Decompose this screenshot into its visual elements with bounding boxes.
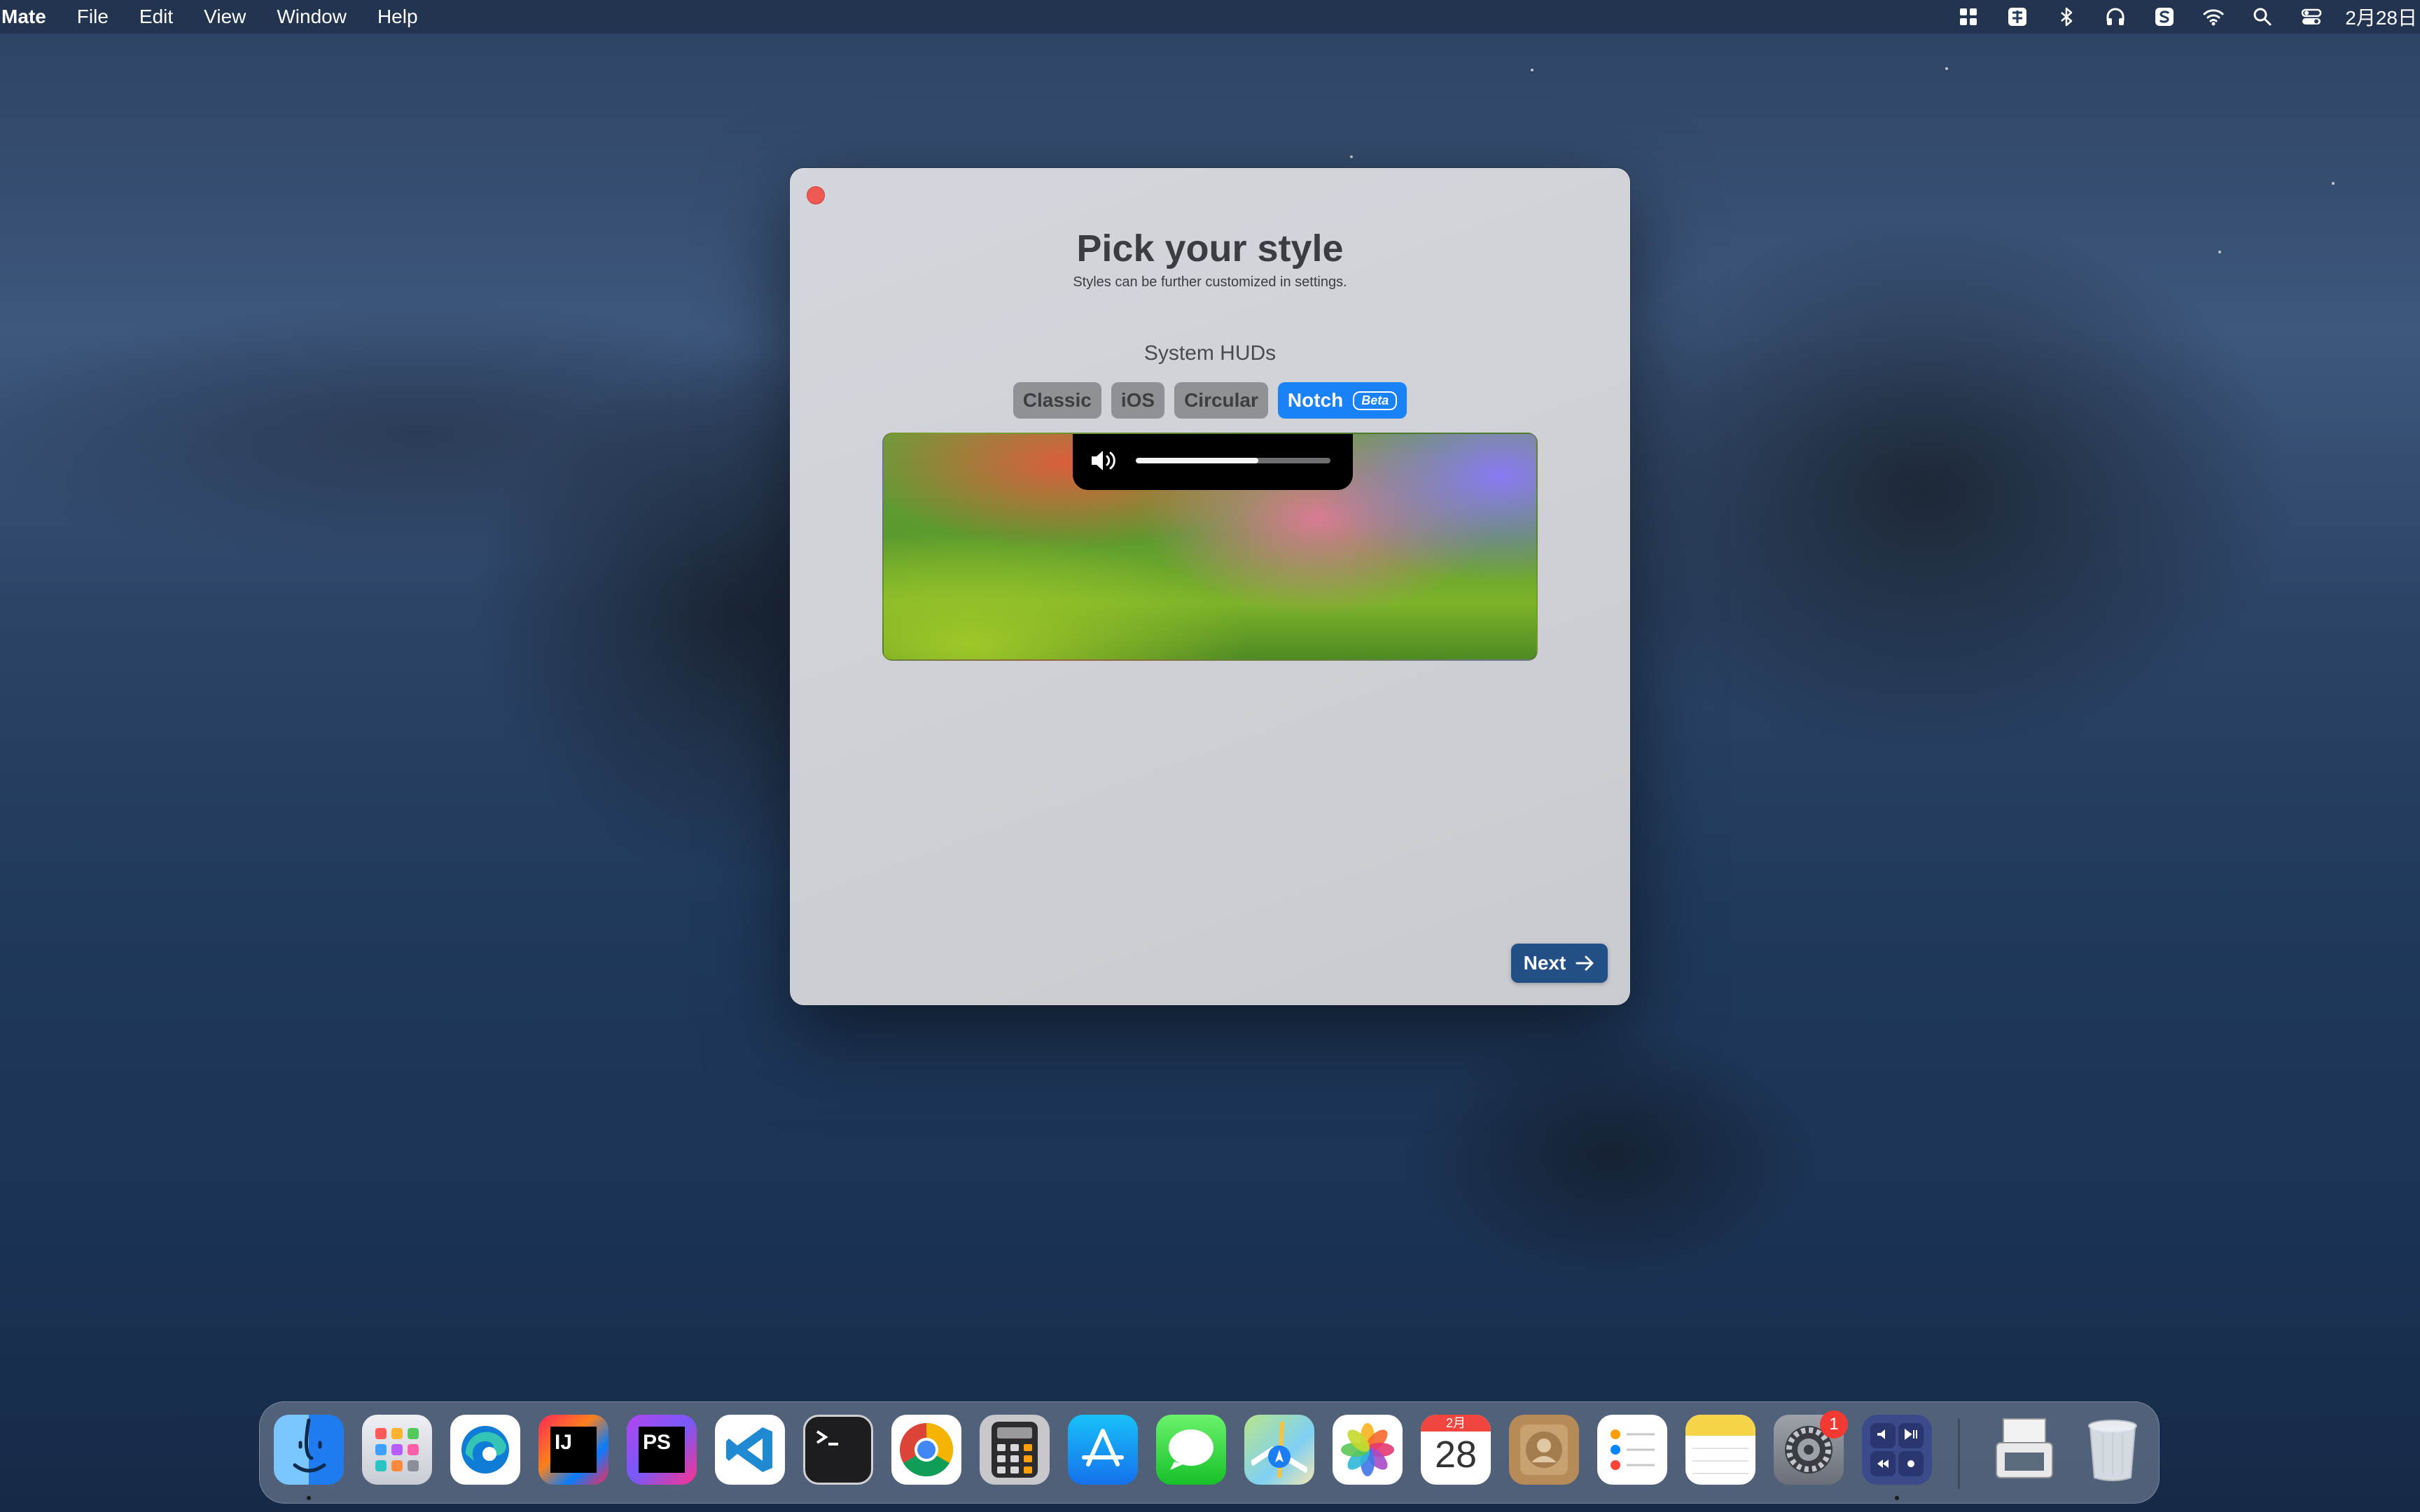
chrome-icon[interactable] bbox=[891, 1415, 961, 1485]
calculator-icon[interactable] bbox=[980, 1415, 1050, 1485]
menu-view[interactable]: View bbox=[204, 0, 246, 34]
input-method-icon[interactable] bbox=[2003, 3, 2031, 31]
dock: IJ PS 2月 28 1 bbox=[259, 1401, 2160, 1504]
section-title: System HUDs bbox=[1143, 342, 1277, 365]
notch-volume-hud bbox=[1073, 434, 1353, 490]
notes-icon[interactable] bbox=[1685, 1415, 1755, 1485]
star bbox=[1531, 69, 1534, 71]
tab-circular[interactable]: Circular bbox=[1174, 382, 1268, 419]
tab-label: iOS bbox=[1120, 389, 1155, 411]
status-area: 2月28日 bbox=[1933, 0, 2420, 34]
edge-icon[interactable] bbox=[450, 1415, 520, 1485]
launchpad-icon[interactable] bbox=[362, 1415, 432, 1485]
vscode-icon[interactable] bbox=[715, 1415, 785, 1485]
headphones-icon[interactable] bbox=[2101, 3, 2129, 31]
tab-label: Classic bbox=[1022, 389, 1092, 411]
finder-icon[interactable] bbox=[274, 1415, 344, 1485]
menu-edit[interactable]: Edit bbox=[139, 0, 173, 34]
messages-icon[interactable] bbox=[1156, 1415, 1226, 1485]
star bbox=[2218, 251, 2221, 253]
grid-app-icon[interactable] bbox=[1954, 3, 1982, 31]
menu-file[interactable]: File bbox=[77, 0, 109, 34]
notification-badge: 1 bbox=[1820, 1410, 1848, 1438]
hud-preview bbox=[882, 433, 1538, 661]
dock-divider bbox=[1958, 1419, 1960, 1489]
running-indicator bbox=[1895, 1496, 1899, 1500]
bluetooth-icon[interactable] bbox=[2052, 3, 2080, 31]
next-label: Next bbox=[1523, 952, 1566, 974]
control-center-icon[interactable] bbox=[2297, 3, 2325, 31]
star bbox=[2332, 182, 2335, 185]
speaker-icon bbox=[1092, 451, 1115, 470]
tab-ios[interactable]: iOS bbox=[1111, 382, 1165, 419]
onboarding-window: Pick your style Styles can be further cu… bbox=[790, 168, 1630, 1005]
tab-label: Notch bbox=[1287, 389, 1344, 411]
intellij-icon[interactable]: IJ bbox=[538, 1415, 609, 1485]
phpstorm-label: PS bbox=[639, 1427, 685, 1473]
menu-app-name[interactable]: Mate bbox=[1, 0, 46, 34]
trash-icon[interactable] bbox=[2078, 1415, 2148, 1485]
menu-help[interactable]: Help bbox=[377, 0, 418, 34]
photos-icon[interactable] bbox=[1333, 1415, 1403, 1485]
menu-clock[interactable]: 2月28日 bbox=[2345, 3, 2417, 31]
calendar-month: 2月 bbox=[1421, 1415, 1491, 1432]
terminal-icon[interactable] bbox=[803, 1415, 873, 1485]
tab-classic[interactable]: Classic bbox=[1013, 382, 1101, 419]
calendar-icon[interactable]: 2月 28 bbox=[1421, 1415, 1491, 1485]
mate-icon[interactable] bbox=[1862, 1415, 1932, 1485]
star bbox=[1945, 67, 1948, 70]
page-subtitle: Styles can be further customized in sett… bbox=[1073, 274, 1347, 290]
menu-window[interactable]: Window bbox=[277, 0, 347, 34]
arrow-right-icon bbox=[1576, 955, 1594, 971]
sync-app-icon[interactable] bbox=[2150, 3, 2178, 31]
intellij-label: IJ bbox=[550, 1427, 597, 1473]
calendar-day: 28 bbox=[1434, 1434, 1477, 1476]
preview-icon[interactable] bbox=[1989, 1415, 2059, 1485]
beta-badge: Beta bbox=[1353, 391, 1398, 410]
app-store-icon[interactable] bbox=[1068, 1415, 1138, 1485]
close-button[interactable] bbox=[807, 186, 825, 204]
star bbox=[1350, 155, 1353, 158]
phpstorm-icon[interactable]: PS bbox=[627, 1415, 697, 1485]
next-button[interactable]: Next bbox=[1511, 944, 1608, 983]
page-title: Pick your style bbox=[1076, 227, 1344, 270]
running-indicator bbox=[307, 1496, 311, 1500]
wifi-icon[interactable] bbox=[2199, 3, 2227, 31]
tab-notch[interactable]: Notch Beta bbox=[1277, 382, 1407, 419]
reminders-icon[interactable] bbox=[1597, 1415, 1667, 1485]
menu-bar: Mate File Edit View Window Help 2月28日 bbox=[0, 0, 2420, 34]
contacts-icon[interactable] bbox=[1509, 1415, 1579, 1485]
volume-slider bbox=[1136, 458, 1330, 463]
maps-icon[interactable] bbox=[1244, 1415, 1314, 1485]
tab-label: Circular bbox=[1184, 389, 1258, 411]
search-icon[interactable] bbox=[2248, 3, 2276, 31]
volume-level bbox=[1136, 458, 1259, 463]
style-tabs: Classic iOS Circular Notch Beta bbox=[790, 382, 1630, 419]
